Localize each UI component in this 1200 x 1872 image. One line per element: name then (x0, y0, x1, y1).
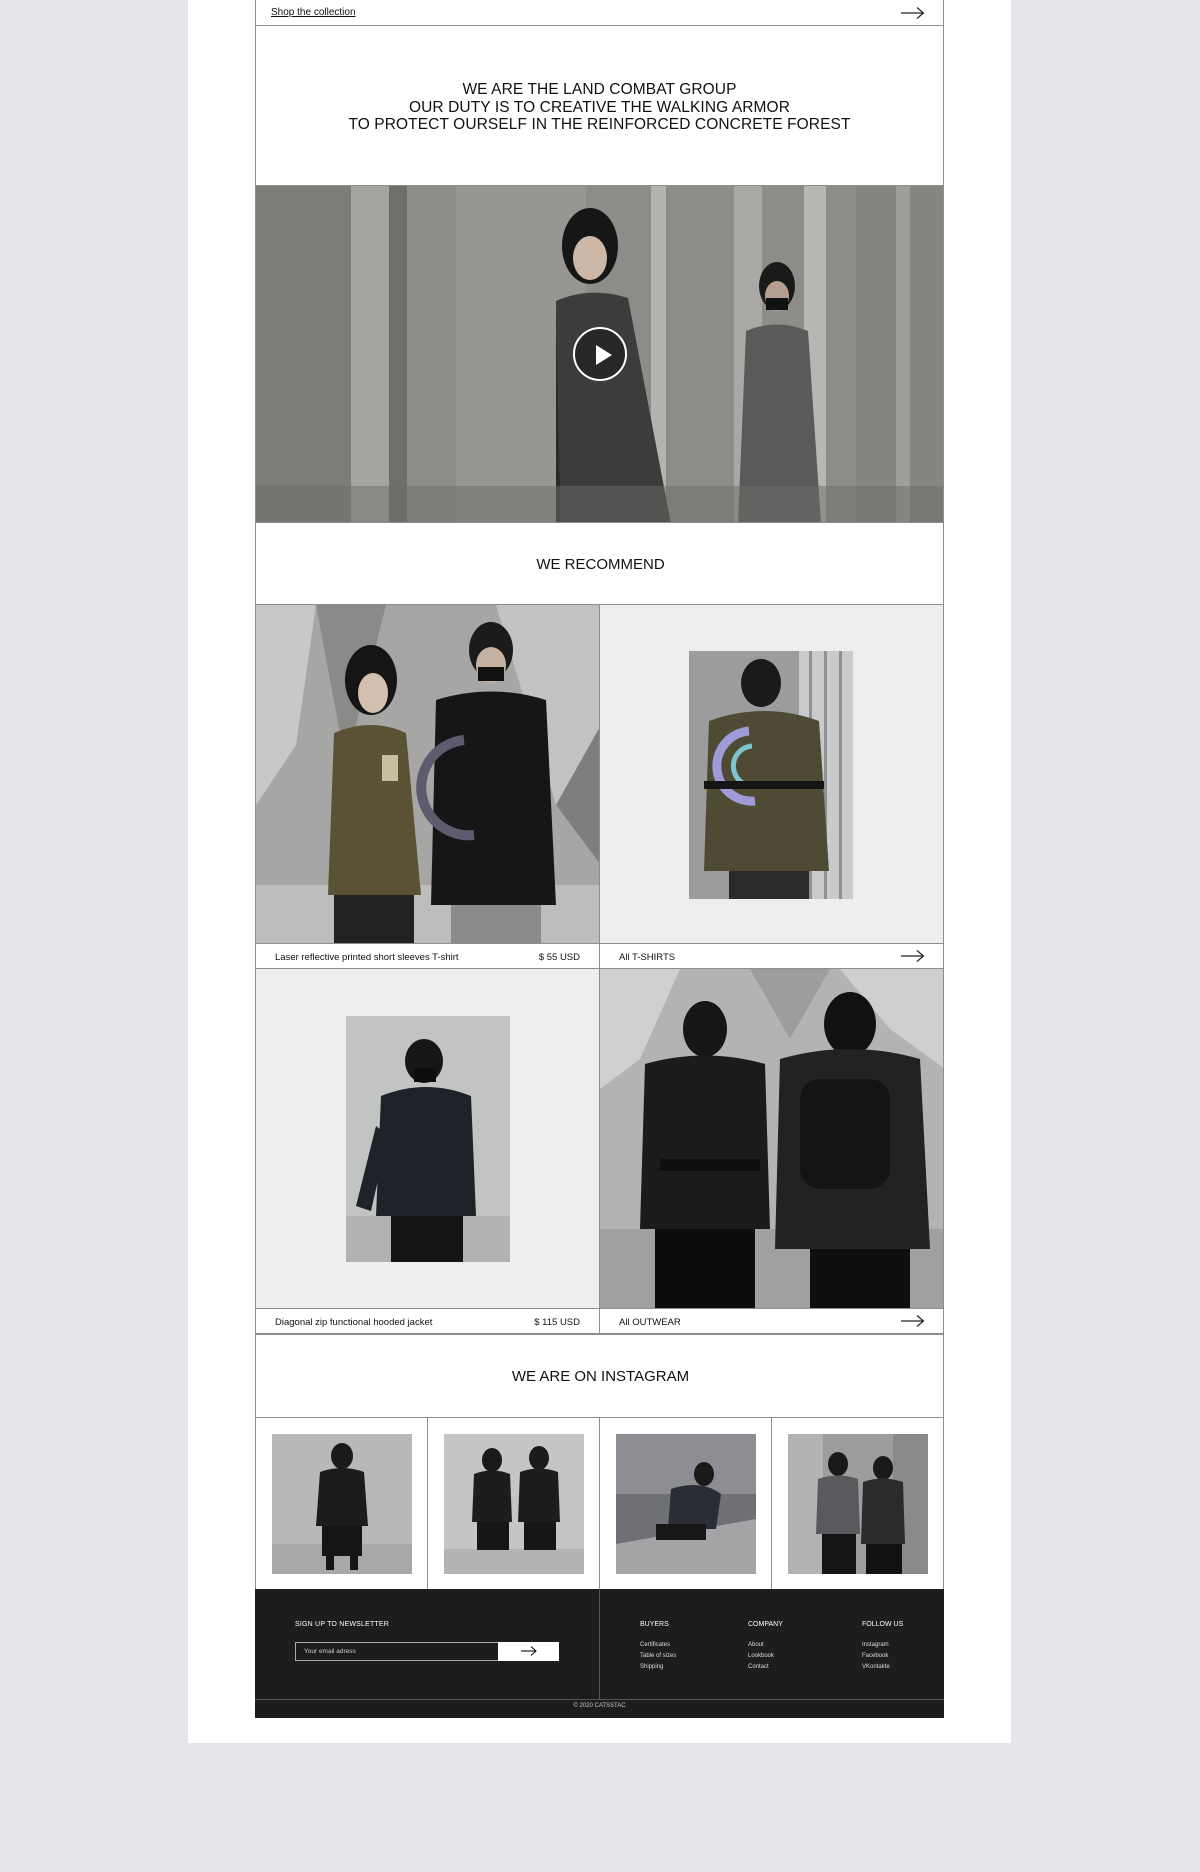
footer-link[interactable]: Contact (748, 1662, 774, 1673)
instagram-thumbnail (616, 1434, 756, 1574)
recommend-title: WE RECOMMEND (536, 556, 665, 573)
footer-divider (599, 1589, 600, 1699)
instagram-post[interactable] (427, 1417, 600, 1590)
instagram-section: WE ARE ON INSTAGRAM (255, 1334, 944, 1418)
product-image-tshirt[interactable] (255, 604, 600, 944)
recommend-section: WE RECOMMEND (255, 522, 944, 605)
manifesto-text: WE ARE THE LAND COMBAT GROUP OUR DUTY IS… (256, 81, 943, 134)
manifesto-section: WE ARE THE LAND COMBAT GROUP OUR DUTY IS… (255, 25, 944, 186)
category-link-outwear[interactable]: All OUTWEAR (599, 1308, 944, 1334)
footer-link[interactable]: About (748, 1640, 774, 1651)
footer-links: Instagram Facebook VKontakte (862, 1640, 890, 1673)
footer-link[interactable]: VKontakte (862, 1662, 890, 1673)
category-panel-tshirts[interactable] (599, 604, 944, 944)
footer-links: Certificates Table of sizes Shipping (640, 1640, 676, 1673)
category-label[interactable]: All T-SHIRTS (619, 952, 675, 963)
instagram-post[interactable] (771, 1417, 944, 1590)
instagram-thumbnail (272, 1434, 412, 1574)
product-name[interactable]: Laser reflective printed short sleeves T… (275, 952, 459, 963)
newsletter-submit-button[interactable] (498, 1642, 559, 1661)
category-label[interactable]: All OUTWEAR (619, 1317, 681, 1328)
footer-link[interactable]: Table of sizes (640, 1651, 676, 1662)
manifesto-line: TO PROTECT OURSELF IN THE REINFORCED CON… (348, 116, 851, 133)
newsletter-label: SIGN UP TO NEWSLETTER (295, 1621, 390, 1628)
instagram-post[interactable] (255, 1417, 428, 1590)
instagram-thumbnail (444, 1434, 584, 1574)
instagram-title: WE ARE ON INSTAGRAM (511, 1368, 690, 1385)
hero-video[interactable] (255, 185, 944, 523)
instagram-post[interactable] (599, 1417, 772, 1590)
manifesto-line: OUR DUTY IS TO CREATIVE THE WALKING ARMO… (408, 98, 791, 116)
category-photo (600, 969, 943, 1308)
product-photo (256, 605, 599, 943)
product-photo (346, 1016, 510, 1262)
category-photo (689, 651, 853, 899)
footer-link[interactable]: Shipping (640, 1662, 676, 1673)
instagram-photo (616, 1434, 756, 1574)
product-image-jacket (346, 1016, 510, 1262)
product-caption-tshirt[interactable]: Laser reflective printed short sleeves T… (255, 943, 600, 969)
footer: SIGN UP TO NEWSLETTER Your email adress … (255, 1589, 944, 1718)
instagram-photo (272, 1434, 412, 1574)
footer-divider (255, 1699, 944, 1700)
instagram-thumbnail (788, 1434, 928, 1574)
footer-link[interactable]: Facebook (862, 1651, 890, 1662)
page-sheet: Shop the collection WE ARE THE LAND COMB… (188, 0, 1011, 1743)
arrow-right-icon[interactable] (901, 7, 925, 19)
product-name[interactable]: Diagonal zip functional hooded jacket (275, 1317, 432, 1328)
arrow-right-icon (521, 1646, 537, 1656)
category-image-tshirts (689, 651, 853, 899)
category-link-tshirts[interactable]: All T-SHIRTS (599, 943, 944, 969)
arrow-right-icon[interactable] (901, 950, 925, 962)
product-price: $ 55 USD (538, 952, 580, 963)
product-price: $ 115 USD (534, 1317, 580, 1328)
footer-column-title: FOLLOW US (862, 1621, 904, 1628)
footer-column-title: BUYERS (640, 1621, 669, 1628)
arrow-right-icon[interactable] (901, 1315, 925, 1327)
manifesto-line: WE ARE THE LAND COMBAT GROUP (462, 81, 737, 98)
content-frame: Shop the collection WE ARE THE LAND COMB… (255, 0, 944, 1718)
product-caption-jacket[interactable]: Diagonal zip functional hooded jacket $ … (255, 1308, 600, 1334)
instagram-photo (788, 1434, 928, 1574)
instagram-photo (444, 1434, 584, 1574)
footer-link[interactable]: Certificates (640, 1640, 676, 1651)
product-panel-jacket[interactable] (255, 968, 600, 1309)
footer-column-title: COMPANY (748, 1621, 783, 1628)
shop-collection-bar[interactable]: Shop the collection (255, 0, 944, 26)
footer-link[interactable]: Lookbook (748, 1651, 774, 1662)
category-image-outwear[interactable] (599, 968, 944, 1309)
footer-link[interactable]: Instagram (862, 1640, 890, 1651)
shop-collection-link[interactable]: Shop the collection (271, 7, 356, 18)
copyright: © 2020 CATSSTAC (573, 1703, 626, 1709)
footer-links: About Lookbook Contact (748, 1640, 774, 1673)
email-input[interactable]: Your email adress (295, 1642, 499, 1661)
play-icon[interactable] (573, 327, 627, 381)
